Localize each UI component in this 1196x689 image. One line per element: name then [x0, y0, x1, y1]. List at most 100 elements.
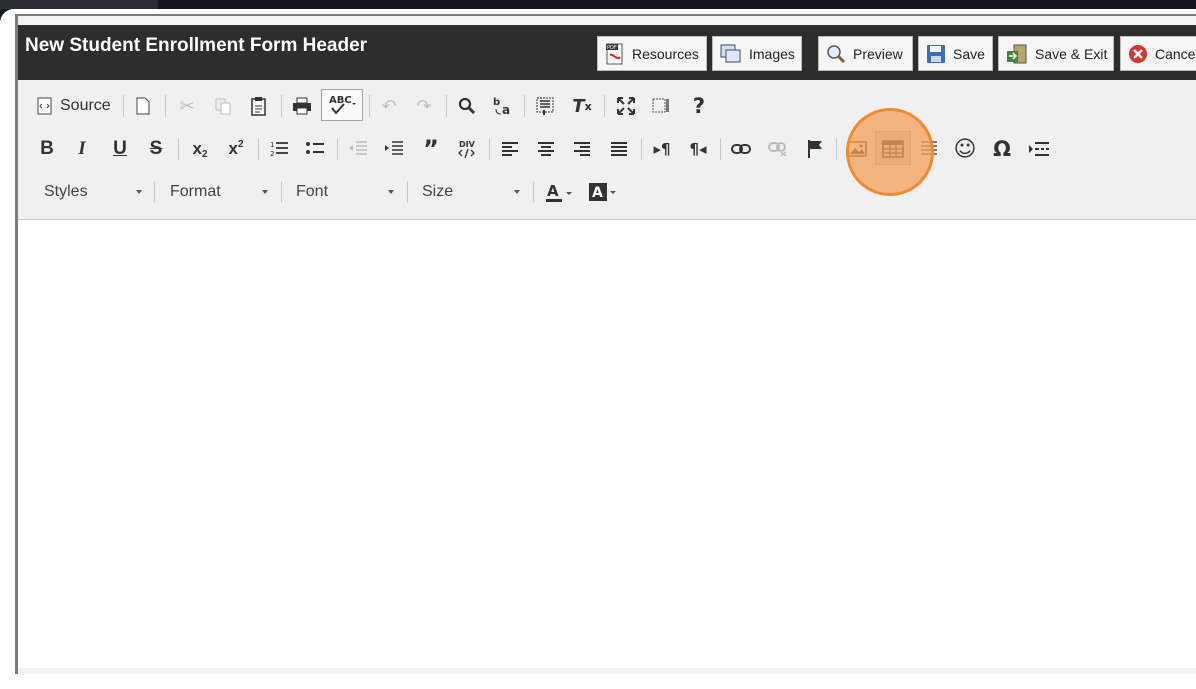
format-dropdown[interactable]: Format	[170, 180, 268, 204]
toolbar-separator	[337, 138, 338, 160]
toolbar-separator	[604, 95, 605, 117]
align-right-icon[interactable]	[568, 135, 596, 163]
spellcheck-button[interactable]: ABC	[321, 89, 363, 121]
justify-icon[interactable]	[605, 135, 633, 163]
maximize-icon[interactable]	[612, 92, 640, 120]
chevron-down-icon	[136, 190, 142, 194]
link-icon[interactable]	[727, 135, 755, 163]
italic-icon[interactable]: I	[68, 135, 96, 163]
svg-text:A: A	[547, 182, 559, 200]
strikethrough-icon[interactable]: S	[142, 135, 170, 163]
svg-text:a: a	[502, 103, 510, 116]
svg-text:b: b	[493, 97, 500, 108]
toolbar-separator	[281, 181, 282, 203]
remove-format-icon[interactable]: Tx	[568, 92, 596, 120]
toolbar-separator	[489, 138, 490, 160]
toolbar-separator	[446, 95, 447, 117]
preview-label: Preview	[853, 45, 903, 62]
toolbar-separator	[407, 181, 408, 203]
increase-indent-icon[interactable]	[380, 135, 408, 163]
toolbar-separator	[641, 138, 642, 160]
special-char-icon[interactable]: Ω	[988, 135, 1016, 163]
decrease-indent-icon[interactable]	[344, 135, 372, 163]
smiley-icon[interactable]: ☺	[951, 135, 979, 163]
editor-content-area[interactable]	[18, 220, 1196, 668]
print-icon[interactable]	[288, 92, 316, 120]
cancel-button[interactable]: Cance	[1120, 36, 1196, 71]
toolbar-separator	[258, 138, 259, 160]
page-title: New Student Enrollment Form Header	[25, 35, 368, 56]
spellcheck-icon: ABC	[329, 95, 356, 115]
floppy-icon	[927, 44, 945, 63]
div-container-icon[interactable]: DIV	[453, 135, 481, 163]
images-button[interactable]: Images	[712, 36, 802, 71]
redo-icon[interactable]: ↷	[410, 92, 438, 120]
save-label: Save	[953, 45, 985, 62]
styles-dropdown[interactable]: Styles	[44, 180, 142, 204]
unlink-icon[interactable]	[764, 135, 792, 163]
blockquote-icon[interactable]: ”	[417, 135, 445, 163]
styles-label: Styles	[44, 183, 88, 200]
toolbar-separator	[281, 95, 282, 117]
save-exit-label: Save & Exit	[1035, 45, 1108, 62]
toolbar-separator	[178, 138, 179, 160]
images-icon	[720, 44, 741, 62]
toolbar-separator	[165, 95, 166, 117]
size-dropdown[interactable]: Size	[422, 180, 520, 204]
toolbar-separator	[524, 95, 525, 117]
toolbar-separator	[369, 95, 370, 117]
underline-icon[interactable]: U	[106, 135, 134, 163]
cancel-icon	[1129, 44, 1147, 63]
pdf-icon: PDF	[606, 43, 623, 64]
show-blocks-icon[interactable]	[647, 92, 675, 120]
numbered-list-icon[interactable]: 12	[265, 135, 293, 163]
text-direction-rtl-icon[interactable]: ¶◂	[684, 135, 712, 163]
superscript-icon[interactable]: x2	[222, 135, 250, 163]
source-button[interactable]: Source	[36, 92, 111, 120]
svg-text:DIV: DIV	[459, 140, 476, 149]
undo-icon[interactable]: ↶	[375, 92, 403, 120]
click-highlight	[846, 108, 934, 196]
resources-button[interactable]: PDF Resources	[597, 36, 707, 71]
svg-text:1: 1	[270, 141, 274, 149]
toolbar-separator	[123, 95, 124, 117]
save-exit-button[interactable]: Save & Exit	[998, 36, 1114, 71]
preview-button[interactable]: Preview	[818, 36, 913, 71]
align-center-icon[interactable]	[532, 135, 560, 163]
source-label: Source	[60, 97, 111, 114]
select-all-icon[interactable]	[531, 92, 559, 120]
save-button[interactable]: Save	[918, 36, 993, 71]
cut-icon[interactable]: ✂	[173, 92, 201, 120]
text-direction-ltr-icon[interactable]: ▸¶	[648, 135, 676, 163]
svg-text:PDF: PDF	[607, 45, 617, 51]
resources-label: Resources	[632, 45, 699, 62]
format-label: Format	[170, 183, 221, 200]
bold-icon[interactable]: B	[33, 135, 61, 163]
source-icon	[37, 97, 52, 115]
svg-text:A: A	[592, 185, 603, 201]
new-page-icon[interactable]	[129, 92, 157, 120]
help-icon[interactable]: ?	[685, 92, 713, 120]
align-left-icon[interactable]	[496, 135, 524, 163]
window-tab-strip	[0, 0, 158, 9]
size-label: Size	[422, 183, 454, 200]
page-break-icon[interactable]	[1025, 135, 1053, 163]
anchor-flag-icon[interactable]	[801, 135, 829, 163]
save-exit-icon	[1007, 44, 1027, 63]
copy-icon[interactable]	[209, 92, 237, 120]
font-label: Font	[296, 183, 329, 200]
subscript-icon[interactable]: x2	[186, 135, 214, 163]
svg-text:ABC: ABC	[329, 95, 352, 106]
toolbar-separator	[720, 138, 721, 160]
replace-icon[interactable]: ba	[489, 92, 517, 120]
find-icon[interactable]	[453, 92, 481, 120]
bulleted-list-icon[interactable]	[301, 135, 329, 163]
window-top-strip	[0, 0, 1196, 9]
images-label: Images	[749, 45, 795, 62]
magnifier-icon	[827, 44, 846, 63]
cancel-label: Cance	[1155, 45, 1196, 62]
background-color-icon[interactable]: A	[586, 178, 618, 206]
text-color-icon[interactable]: A	[543, 178, 575, 206]
font-dropdown[interactable]: Font	[296, 180, 394, 204]
paste-icon[interactable]	[245, 92, 273, 120]
